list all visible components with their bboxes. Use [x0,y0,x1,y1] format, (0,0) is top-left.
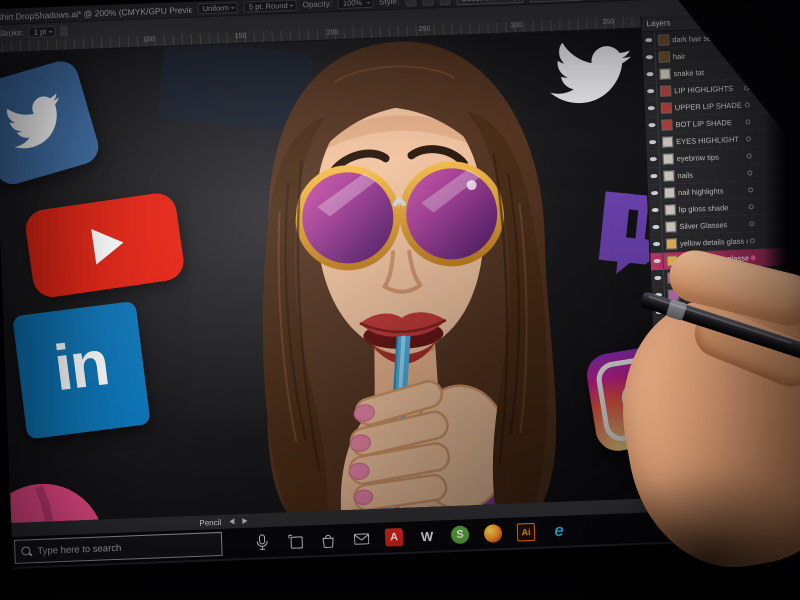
linkedin-icon: in [12,300,151,440]
ruler-tick: 300 [510,22,523,30]
layer-name: snake tat [673,67,705,78]
layer-name: nails [677,170,694,180]
visibility-eye-icon[interactable] [643,82,658,100]
tab-layers[interactable]: Layers [646,18,670,28]
ruler-tick: 150 [234,32,247,41]
layer-name: LIP HIGHLIGHTS [673,83,734,95]
variable-width-dropdown[interactable]: Uniform [197,1,239,15]
ruler-tick: 100 [142,36,155,44]
skype-letter: S [450,525,470,545]
acrobat-icon[interactable]: A [384,527,405,548]
layer-thumbnail [661,135,674,148]
linkedin-text: in [50,326,112,405]
photo-of-screen: Shirt DropShadows.ai* @ 200% (CMYK/GPU P… [0,0,800,600]
visibility-eye-icon[interactable] [647,167,661,185]
visibility-eye-icon[interactable] [645,116,659,134]
layer-target-icon[interactable] [749,237,756,243]
style-label: Style: [378,0,400,7]
word-icon[interactable]: W [417,526,438,547]
opacity-label: Opacity: [302,0,333,10]
layer-target-icon[interactable] [747,169,753,175]
layer-thumbnail [663,169,675,182]
layer-thumbnail [665,220,677,233]
twitter-bird-icon [6,93,60,149]
visibility-eye-icon[interactable] [649,218,663,236]
edge-letter: e [553,520,565,541]
layer-thumbnail [664,203,676,216]
transform-icon[interactable] [421,0,434,6]
layer-name: eyebrow tips [676,152,720,163]
visibility-eye-icon[interactable] [647,184,662,202]
opacity-value-dropdown[interactable]: 100% [337,0,374,10]
dribbble-icon [0,472,116,523]
youtube-icon [23,190,187,300]
illustrator-icon[interactable]: Ai [516,522,537,543]
layer-name: lip gloss shade [678,202,729,214]
visibility-eye-icon[interactable] [651,269,665,287]
visibility-eye-icon[interactable] [649,235,664,253]
ruler-tick: 200 [326,29,339,37]
edge-icon[interactable]: e [549,521,570,542]
layer-target-icon[interactable] [745,118,751,125]
layer-thumbnail [657,33,670,46]
layer-name: nail highlights [677,185,724,197]
stroke-label: Stroke: [0,27,24,38]
stroke-stepper[interactable] [60,25,68,36]
artboard-canvas[interactable]: in [0,28,659,523]
visibility-eye-icon[interactable] [642,48,657,66]
artboard-next-icon[interactable] [242,517,248,525]
acrobat-letter: A [384,527,404,547]
current-tool-label: Pencil [199,517,222,528]
layer-thumbnail [658,50,671,63]
mail-icon[interactable] [351,528,372,549]
cortana-mic-icon[interactable] [252,532,273,553]
brush-dropdown[interactable]: 5 pt. Round [243,0,297,13]
visibility-eye-icon[interactable] [650,252,664,270]
align-icon[interactable] [404,0,417,7]
task-view-icon[interactable] [285,531,306,552]
youtube-play-icon [91,224,127,265]
word-letter: W [420,528,434,544]
artboard-prev-icon[interactable] [229,518,235,525]
layer-thumbnail [659,84,672,97]
layer-thumbnail [662,152,674,165]
stroke-weight-dropdown[interactable]: 1 pt [28,25,56,38]
layer-target-icon[interactable] [747,186,754,192]
taskbar-icons: A W S Ai e [252,521,570,553]
skype-icon[interactable]: S [450,524,471,545]
search-input[interactable] [37,538,216,557]
visibility-eye-icon[interactable] [645,133,660,151]
layer-name: Silver Glasses [679,219,728,231]
store-icon[interactable] [318,529,339,550]
layer-target-icon[interactable] [748,203,754,209]
isolate-icon[interactable] [438,0,451,6]
taskbar-search[interactable] [13,531,223,564]
visibility-eye-icon[interactable] [648,201,663,219]
layer-target-icon[interactable] [749,220,755,226]
search-icon [21,546,31,556]
illustrator-letters: Ai [516,522,536,542]
layer-thumbnail [665,237,678,250]
layer-name: EYES HIGHLIGHT [675,134,740,146]
layer-target-icon[interactable] [750,254,756,260]
firefox-icon[interactable] [483,523,504,544]
layer-target-icon[interactable] [746,152,752,158]
layer-thumbnail [659,67,671,80]
layer-name: UPPER LIP SHADE [674,100,742,112]
ruler-tick: 250 [418,25,431,33]
visibility-eye-icon[interactable] [646,150,661,168]
layer-thumbnail [661,118,673,131]
layer-thumbnail [660,101,673,114]
layer-thumbnail [663,186,676,199]
layer-target-icon[interactable] [744,101,750,108]
layer-target-icon[interactable] [745,135,752,141]
portrait-artwork [262,41,557,513]
visibility-eye-icon[interactable] [644,99,659,117]
layer-name: BOT LIP SHADE [675,117,733,129]
twitter-icon [0,57,103,189]
visibility-eye-icon[interactable] [641,31,656,49]
visibility-eye-icon[interactable] [643,65,657,83]
layer-name: yellow details glass copy [679,236,749,248]
ruler-tick: 350 [602,18,615,26]
